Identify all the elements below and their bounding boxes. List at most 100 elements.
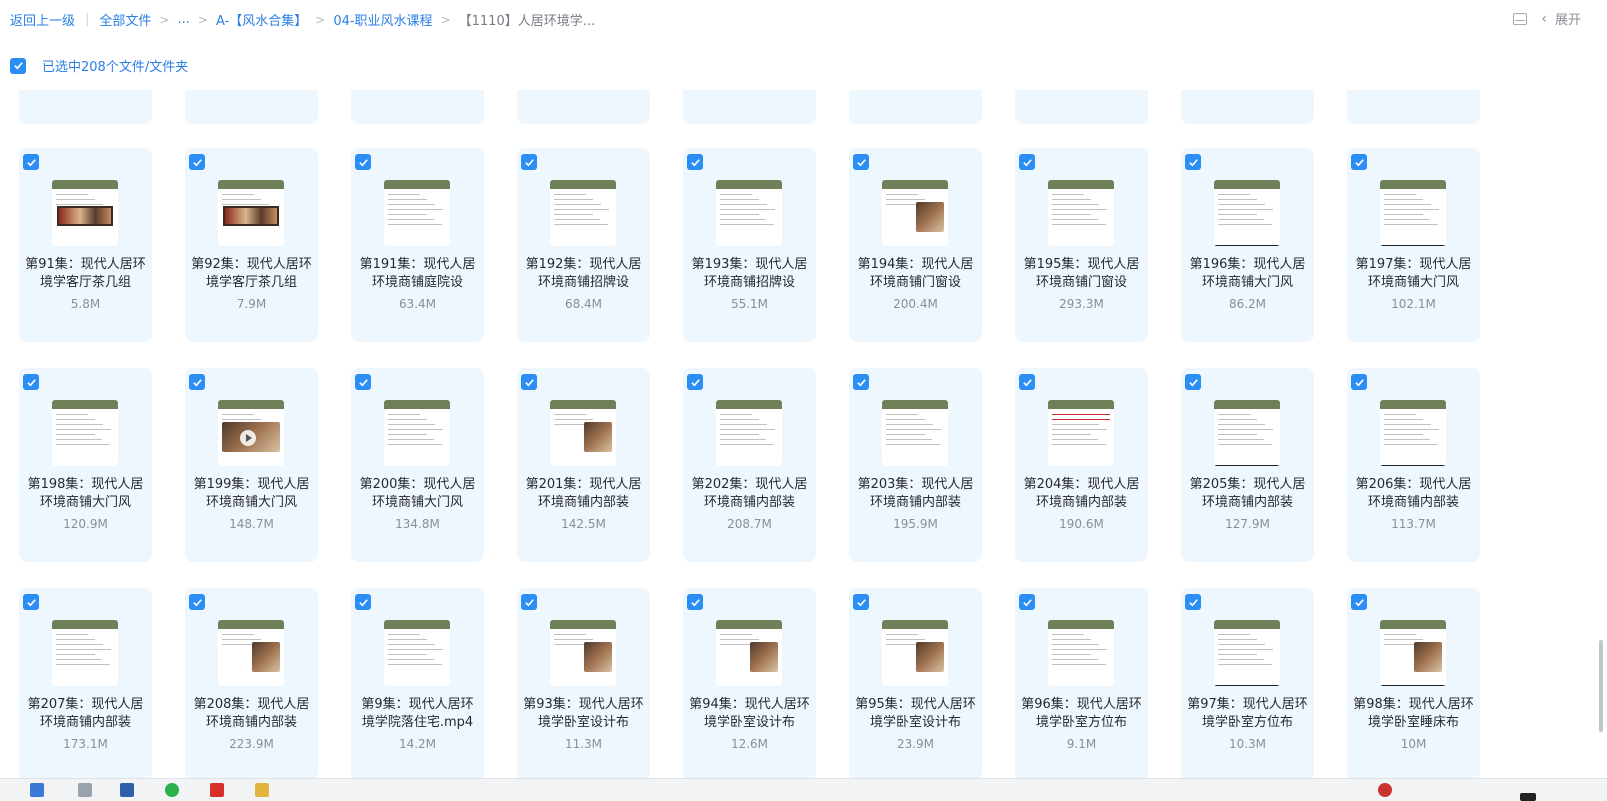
breadcrumb-all-files[interactable]: 全部文件 [99,10,151,29]
start-icon[interactable] [30,783,44,797]
breadcrumb-folder-fengshui[interactable]: A-【风水合集】 [216,10,307,29]
breadcrumb-folder-course[interactable]: 04-职业风水课程 [333,10,432,29]
file-checkbox[interactable] [355,594,371,610]
file-card[interactable]: 第93集：现代人居环境学卧室设计布 11.3M [517,588,650,778]
scrollbar-thumb[interactable] [1599,640,1603,732]
file-checkbox[interactable] [853,154,869,170]
file-card[interactable] [351,90,484,124]
expand-button[interactable]: ‹ 展开 [1541,9,1581,29]
file-card[interactable]: 第195集：现代人居环境商铺门窗设 293.3M [1015,148,1148,342]
file-card[interactable]: 第9集：现代人居环境学院落住宅.mp4 14.2M [351,588,484,778]
file-checkbox[interactable] [521,594,537,610]
file-card[interactable]: 第98集：现代人居环境学卧室睡床布 10M [1347,588,1480,778]
file-checkbox[interactable] [1351,154,1367,170]
tray-icon[interactable] [1378,783,1392,797]
file-checkbox[interactable] [1019,154,1035,170]
file-card[interactable] [1015,90,1148,124]
file-card[interactable]: 第206集：现代人居环境商铺内部装 113.7M [1347,368,1480,562]
file-card[interactable]: 第194集：现代人居环境商铺门窗设 200.4M [849,148,982,342]
file-card[interactable]: 第199集：现代人居环境商铺大门风 148.7M [185,368,318,562]
video-thumbnail [1048,400,1114,466]
file-card[interactable]: 第201集：现代人居环境商铺内部装 142.5M [517,368,650,562]
file-name: 第96集：现代人居环境学卧室方位布 [1021,697,1142,730]
file-card[interactable]: 第94集：现代人居环境学卧室设计布 12.6M [683,588,816,778]
file-card[interactable]: 第207集：现代人居环境商铺内部装 173.1M [19,588,152,778]
file-checkbox[interactable] [189,594,205,610]
file-card[interactable]: 第205集：现代人居环境商铺内部装 127.9M [1181,368,1314,562]
file-card[interactable] [1181,90,1314,124]
tray-icon[interactable] [1520,793,1536,801]
list-view-icon[interactable] [1513,12,1528,25]
file-checkbox[interactable] [687,594,703,610]
file-checkbox[interactable] [853,594,869,610]
file-card[interactable]: 第95集：现代人居环境学卧室设计布 23.9M [849,588,982,778]
video-thumbnail [218,620,284,686]
file-size: 11.3M [564,737,603,751]
file-card[interactable]: 第204集：现代人居环境商铺内部装 190.6M [1015,368,1148,562]
app-icon[interactable] [255,783,269,797]
file-card[interactable] [185,90,318,124]
file-checkbox[interactable] [687,154,703,170]
file-checkbox[interactable] [355,154,371,170]
file-card[interactable]: 第197集：现代人居环境商铺大门风 102.1M [1347,148,1480,342]
file-card[interactable] [1347,90,1480,124]
app-icon[interactable] [210,783,224,797]
file-checkbox[interactable] [1351,374,1367,390]
file-checkbox[interactable] [1185,594,1201,610]
file-name: 第202集：现代人居环境商铺内部装 [691,477,808,510]
file-card[interactable]: 第198集：现代人居环境商铺大门风 120.9M [19,368,152,562]
file-checkbox[interactable] [1351,594,1367,610]
file-card[interactable]: 第208集：现代人居环境商铺内部装 223.9M [185,588,318,778]
view-controls: ‹ 展开 [1513,9,1581,28]
file-card[interactable]: 第203集：现代人居环境商铺内部装 195.9M [849,368,982,562]
file-name: 第98集：现代人居环境学卧室睡床布 [1353,697,1474,730]
app-icon[interactable] [120,783,134,797]
file-name: 第199集：现代人居环境商铺大门风 [193,477,310,510]
video-thumbnail [1214,180,1280,246]
file-card[interactable]: 第192集：现代人居环境商铺招牌设 68.4M [517,148,650,342]
file-checkbox[interactable] [189,374,205,390]
file-checkbox[interactable] [1185,154,1201,170]
file-card[interactable]: 第202集：现代人居环境商铺内部装 208.7M [683,368,816,562]
breadcrumb-ellipsis[interactable]: ... [177,12,189,27]
file-checkbox[interactable] [23,594,39,610]
app-icon[interactable] [165,783,179,797]
file-card[interactable] [849,90,982,124]
app-icon[interactable] [78,783,92,797]
back-link[interactable]: 返回上一级 [10,10,75,29]
file-checkbox[interactable] [521,154,537,170]
file-card[interactable] [19,90,152,124]
file-checkbox[interactable] [1019,594,1035,610]
file-card[interactable]: 第92集：现代人居环境学客厅茶几组 7.9M [185,148,318,342]
file-card[interactable]: 第91集：现代人居环境学客厅茶几组 5.8M [19,148,152,342]
video-thumbnail [1048,620,1114,686]
video-thumbnail [384,400,450,466]
file-checkbox[interactable] [23,154,39,170]
file-checkbox[interactable] [687,374,703,390]
file-card[interactable]: 第97集：现代人居环境学卧室方位布 10.3M [1181,588,1314,778]
file-checkbox[interactable] [1185,374,1201,390]
file-checkbox[interactable] [1019,374,1035,390]
file-card[interactable] [517,90,650,124]
video-thumbnail [716,400,782,466]
file-size: 223.9M [229,737,274,751]
file-card[interactable]: 第96集：现代人居环境学卧室方位布 9.1M [1015,588,1148,778]
file-card[interactable]: 第191集：现代人居环境商铺庭院设 63.4M [351,148,484,342]
file-checkbox[interactable] [521,374,537,390]
file-checkbox[interactable] [189,154,205,170]
file-name: 第201集：现代人居环境商铺内部装 [525,477,642,510]
file-size: 55.1M [730,297,769,311]
file-checkbox[interactable] [355,374,371,390]
file-size: 200.4M [893,297,938,311]
video-thumbnail [1380,620,1446,686]
file-checkbox[interactable] [853,374,869,390]
file-card[interactable]: 第200集：现代人居环境商铺大门风 134.8M [351,368,484,562]
file-name: 第9集：现代人居环境学院落住宅.mp4 [361,697,474,730]
file-size: 102.1M [1391,297,1436,311]
file-checkbox[interactable] [23,374,39,390]
file-card[interactable]: 第193集：现代人居环境商铺招牌设 55.1M [683,148,816,342]
select-all-checkbox[interactable] [10,57,26,74]
file-card[interactable] [683,90,816,124]
file-card[interactable]: 第196集：现代人居环境商铺大门风 86.2M [1181,148,1314,342]
file-size: 7.9M [236,297,267,311]
